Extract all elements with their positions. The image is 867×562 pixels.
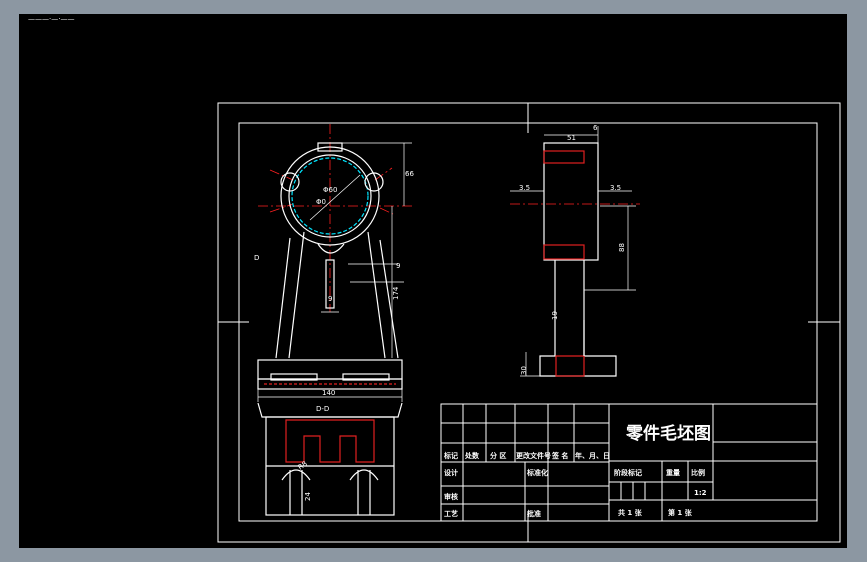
dim-phi-0: Φ0 (316, 198, 326, 206)
dim-24: 24 (304, 492, 312, 501)
tb-row-label-mark: 标记 (443, 451, 458, 460)
dim-9-a: 9 (396, 262, 400, 270)
tb-approve-label: 批准 (527, 509, 541, 518)
tb-scale-value: 1:2 (694, 489, 707, 497)
section-view-label-dd: D-D (316, 405, 329, 413)
tb-weight-label: 重量 (666, 468, 680, 477)
dim-3-5-right: 3.5 (610, 184, 621, 192)
tb-row-label-zone: 分 区 (490, 451, 506, 460)
model-space-background (19, 14, 847, 548)
drawing-title: 零件毛坯图 (625, 423, 711, 444)
dim-phi-60: Φ60 (323, 186, 337, 194)
tb-row-label-count: 处数 (464, 451, 480, 460)
tb-standardize-label: 标准化 (526, 468, 548, 477)
drawing-canvas[interactable]: ———·—·—— 66 Φ60 Φ0 9 174 9 D 140 D-D R8 … (0, 0, 867, 562)
top-left-status-strip: ———·—·—— (28, 15, 74, 23)
tb-sheet-number: 第 1 张 (668, 508, 693, 517)
dim-3-5-left: 3.5 (519, 184, 530, 192)
dim-88: 88 (618, 243, 626, 252)
cad-viewport[interactable]: ———·—·—— 66 Φ60 Φ0 9 174 9 D 140 D-D R8 … (0, 0, 867, 562)
tb-scale-label: 比例 (691, 468, 705, 477)
tb-sheets-total: 共 1 张 (618, 508, 643, 517)
dim-6: 6 (593, 124, 598, 132)
section-label-d: D (254, 254, 259, 262)
tb-row-label-date: 年、月、日 (575, 451, 610, 460)
dim-174: 174 (392, 286, 400, 300)
tb-review-label: 审核 (444, 492, 458, 501)
dim-30: 30 (520, 366, 528, 375)
dim-51: 51 (567, 134, 576, 142)
tb-row-label-change-doc: 更改文件号 (516, 451, 551, 460)
tb-row-label-sign: 签 名 (551, 451, 568, 460)
tb-design-label: 设计 (444, 468, 458, 477)
tb-process-label: 工艺 (444, 509, 458, 518)
dim-19: 19 (551, 311, 559, 320)
dim-66: 66 (405, 170, 414, 178)
dim-9-b: 9 (328, 295, 332, 303)
dim-140: 140 (322, 389, 335, 397)
tb-stage-mark-label: 阶段标记 (614, 468, 642, 477)
